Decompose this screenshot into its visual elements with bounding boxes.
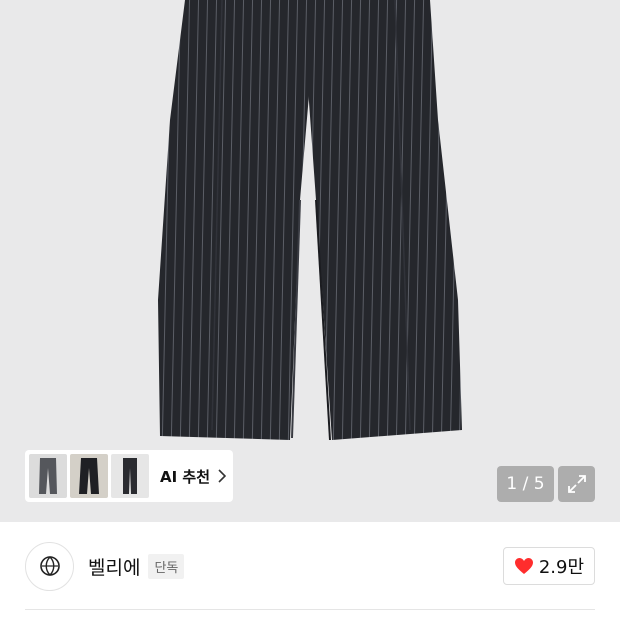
- similar-thumbnail-1[interactable]: [29, 454, 67, 498]
- section-divider: [25, 609, 595, 610]
- similar-thumbnail-2[interactable]: [70, 454, 108, 498]
- brand-row: 벨리에 단독 2.9만: [25, 541, 595, 591]
- heart-icon: [514, 558, 533, 574]
- ai-recommendation-label: AI 추천: [160, 467, 211, 486]
- product-image-gallery[interactable]: AI 추천 1 / 5: [0, 0, 620, 522]
- like-button[interactable]: 2.9만: [502, 547, 595, 585]
- exclusive-badge: 단독: [148, 553, 185, 579]
- similar-thumbnail-3[interactable]: [111, 454, 149, 498]
- chevron-right-icon: [218, 469, 227, 483]
- brand-logo[interactable]: [25, 541, 74, 591]
- expand-arrows-icon: [567, 475, 586, 493]
- expand-image-button[interactable]: [558, 466, 595, 502]
- image-counter: 1 / 5: [497, 466, 554, 502]
- brand-emblem-icon: [39, 556, 60, 576]
- product-image: [158, 0, 462, 441]
- brand-name-link[interactable]: 벨리에: [88, 553, 140, 580]
- ai-recommendation-strip[interactable]: AI 추천: [25, 450, 233, 502]
- like-count: 2.9만: [538, 557, 584, 578]
